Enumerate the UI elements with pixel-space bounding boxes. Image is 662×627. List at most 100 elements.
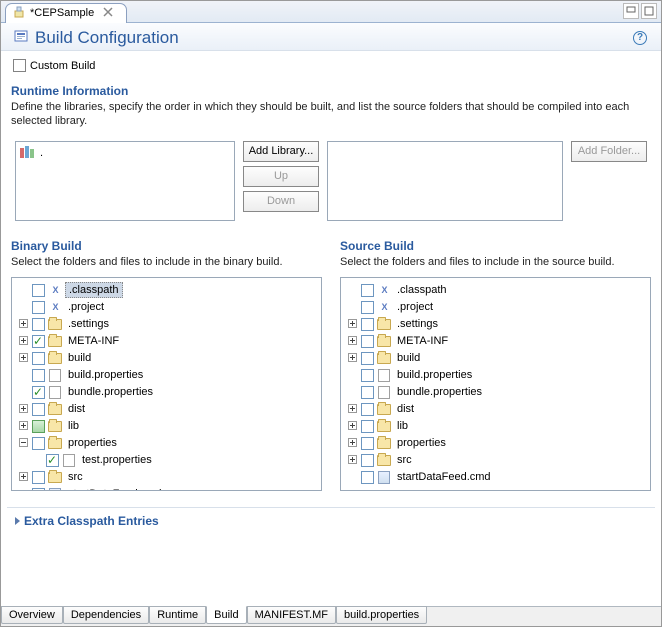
tree-checkbox[interactable] <box>361 403 374 416</box>
add-library-button[interactable]: Add Library... <box>243 141 319 162</box>
expander-icon[interactable] <box>16 471 30 484</box>
tree-row[interactable]: X.classpath <box>345 282 646 299</box>
maximize-button[interactable] <box>641 3 657 19</box>
folder-icon <box>47 334 63 348</box>
expander-icon[interactable] <box>16 318 30 331</box>
expander-icon[interactable] <box>345 403 359 416</box>
tree-row[interactable]: dist <box>16 401 317 418</box>
page-title: Build Configuration <box>13 27 633 48</box>
tree-row[interactable]: .settings <box>345 316 646 333</box>
tree-checkbox[interactable] <box>32 335 45 348</box>
extra-classpath-section[interactable]: Extra Classpath Entries <box>7 507 655 534</box>
bottom-tab-runtime[interactable]: Runtime <box>149 606 206 624</box>
bottom-tab-manifest-mf[interactable]: MANIFEST.MF <box>247 606 336 624</box>
binary-tree[interactable]: X.classpathX.project.settingsMETA-INFbui… <box>11 277 322 491</box>
tree-row[interactable]: build.properties <box>16 367 317 384</box>
tree-checkbox[interactable] <box>32 420 45 433</box>
tree-row[interactable]: META-INF <box>345 333 646 350</box>
bottom-tab-build-properties[interactable]: build.properties <box>336 606 427 624</box>
expander-icon[interactable] <box>16 420 30 433</box>
folder-icon <box>376 436 392 450</box>
expander-icon[interactable] <box>345 352 359 365</box>
tree-checkbox[interactable] <box>32 369 45 382</box>
tree-checkbox[interactable] <box>361 352 374 365</box>
add-folder-button[interactable]: Add Folder... <box>571 141 647 162</box>
tree-checkbox[interactable] <box>32 488 45 491</box>
tree-checkbox[interactable] <box>32 318 45 331</box>
library-root[interactable]: . <box>20 146 230 161</box>
tree-item-label: build.properties <box>65 368 146 382</box>
source-tree[interactable]: X.classpathX.project.settingsMETA-INF bui… <box>340 277 651 491</box>
tree-checkbox[interactable] <box>32 284 45 297</box>
tree-checkbox[interactable] <box>361 284 374 297</box>
close-icon[interactable] <box>102 6 116 20</box>
tree-row[interactable]: startDataFeed.cmd <box>16 486 317 491</box>
tree-row[interactable]: properties <box>345 435 646 452</box>
source-desc: Select the folders and files to include … <box>340 255 651 269</box>
tree-row[interactable]: build <box>16 350 317 367</box>
tree-checkbox[interactable] <box>46 454 59 467</box>
tree-row[interactable]: lib <box>345 418 646 435</box>
expander-icon[interactable] <box>345 454 359 467</box>
tree-row[interactable]: bundle.properties <box>345 384 646 401</box>
tree-row[interactable]: test.properties <box>16 452 317 469</box>
bottom-tab-build[interactable]: Build <box>206 606 246 624</box>
tree-checkbox[interactable] <box>361 318 374 331</box>
bottom-tab-dependencies[interactable]: Dependencies <box>63 606 149 624</box>
tree-row[interactable]: src <box>345 452 646 469</box>
tree-checkbox[interactable] <box>361 386 374 399</box>
tree-item-label: lib <box>65 419 82 433</box>
tree-checkbox[interactable] <box>361 301 374 314</box>
folder-icon <box>47 351 63 365</box>
tree-checkbox[interactable] <box>361 454 374 467</box>
tree-row[interactable]: build.properties <box>345 367 646 384</box>
tree-row[interactable]: startDataFeed.cmd <box>345 469 646 486</box>
expander-icon[interactable] <box>16 352 30 365</box>
tree-checkbox[interactable] <box>32 471 45 484</box>
tree-row[interactable]: X.classpath <box>16 282 317 299</box>
tree-checkbox[interactable] <box>32 352 45 365</box>
folder-icon <box>376 334 392 348</box>
expander-icon[interactable] <box>345 420 359 433</box>
help-icon[interactable]: ? <box>633 31 647 45</box>
tree-row[interactable]: X.project <box>345 299 646 316</box>
down-button[interactable]: Down <box>243 191 319 212</box>
libraries-list[interactable]: . <box>15 141 235 221</box>
tree-checkbox[interactable] <box>361 369 374 382</box>
expander-icon[interactable] <box>16 437 30 450</box>
tree-checkbox[interactable] <box>361 437 374 450</box>
folder-icon <box>376 402 392 416</box>
tree-checkbox[interactable] <box>32 386 45 399</box>
tab-controls <box>623 3 657 19</box>
expander-icon[interactable] <box>345 335 359 348</box>
expander-icon[interactable] <box>345 318 359 331</box>
custom-build-checkbox[interactable] <box>13 59 26 72</box>
folders-list[interactable] <box>327 141 563 221</box>
tree-row[interactable]: properties <box>16 435 317 452</box>
minimize-button[interactable] <box>623 3 639 19</box>
tree-checkbox[interactable] <box>32 437 45 450</box>
tree-checkbox[interactable] <box>361 335 374 348</box>
editor-tab-active[interactable]: *CEPSample <box>5 3 127 23</box>
extra-classpath-title[interactable]: Extra Classpath Entries <box>15 514 647 528</box>
tree-row[interactable]: META-INF <box>16 333 317 350</box>
tree-row[interactable]: .settings <box>16 316 317 333</box>
custom-build-row: Custom Build <box>1 51 661 84</box>
tree-checkbox[interactable] <box>361 420 374 433</box>
editor-bottom-tabs: OverviewDependenciesRuntimeBuildMANIFEST… <box>1 606 661 626</box>
expander-icon[interactable] <box>16 403 30 416</box>
tree-row[interactable]: lib <box>16 418 317 435</box>
expander-icon[interactable] <box>16 335 30 348</box>
tree-row[interactable]: build <box>345 350 646 367</box>
tree-checkbox[interactable] <box>32 301 45 314</box>
expander-icon[interactable] <box>345 437 359 450</box>
bottom-tab-overview[interactable]: Overview <box>1 606 63 624</box>
tree-row[interactable]: src <box>16 469 317 486</box>
tree-item-label: META-INF <box>394 334 451 348</box>
tree-checkbox[interactable] <box>32 403 45 416</box>
tree-row[interactable]: X.project <box>16 299 317 316</box>
tree-row[interactable]: bundle.properties <box>16 384 317 401</box>
tree-checkbox[interactable] <box>361 471 374 484</box>
up-button[interactable]: Up <box>243 166 319 187</box>
tree-row[interactable]: dist <box>345 401 646 418</box>
